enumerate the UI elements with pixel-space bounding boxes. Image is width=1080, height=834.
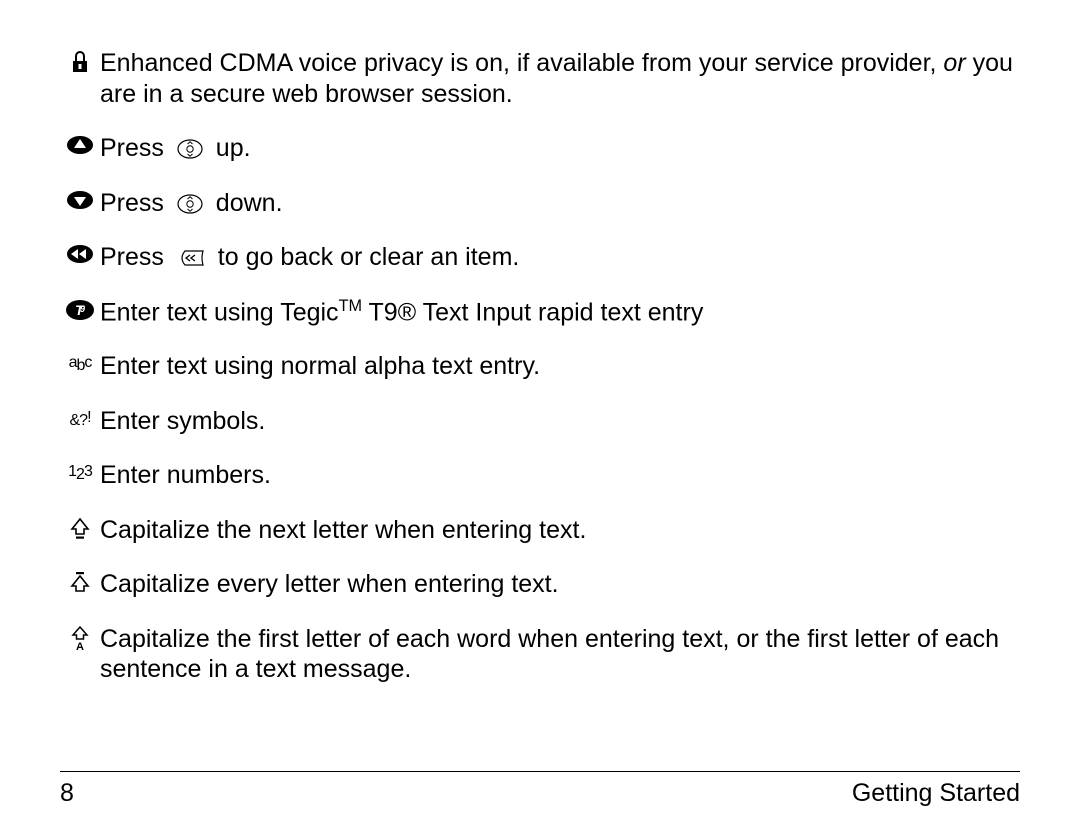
shift-word-icon: A — [60, 624, 100, 652]
lock-icon — [60, 48, 100, 74]
item-text: Capitalize the next letter when entering… — [100, 515, 1020, 546]
svg-text:9: 9 — [80, 304, 85, 314]
page-footer: 8 Getting Started — [60, 771, 1020, 809]
list-item: Press up. — [60, 133, 1020, 164]
symbols-icon: &?! — [60, 406, 100, 431]
list-item: &?! Enter symbols. — [60, 406, 1020, 437]
list-item: A Capitalize the first letter of each wo… — [60, 624, 1020, 685]
arrow-up-oval-icon — [60, 133, 100, 155]
item-text: Press down. — [100, 188, 1020, 219]
item-text: Enter text using normal alpha text entry… — [100, 351, 1020, 382]
list-item: T 9 Enter text using TegicTM T9® Text In… — [60, 297, 1020, 328]
arrow-down-oval-icon — [60, 188, 100, 210]
item-text: Capitalize every letter when entering te… — [100, 569, 1020, 600]
item-text: Press to go back or clear an item. — [100, 242, 1020, 273]
section-title: Getting Started — [852, 778, 1020, 809]
numbers-icon: 123 — [60, 460, 100, 485]
item-text: Enter numbers. — [100, 460, 1020, 491]
list-item: Press down. — [60, 188, 1020, 219]
list-item: Enhanced CDMA voice privacy is on, if av… — [60, 48, 1020, 109]
list-item: 123 Enter numbers. — [60, 460, 1020, 491]
item-text: Enter symbols. — [100, 406, 1020, 437]
list-item: abc Enter text using normal alpha text e… — [60, 351, 1020, 382]
page-number: 8 — [60, 778, 74, 809]
item-text: Capitalize the first letter of each word… — [100, 624, 1020, 685]
item-text: Press up. — [100, 133, 1020, 164]
item-text: Enter text using TegicTM T9® Text Input … — [100, 297, 1020, 328]
caps-lock-icon — [60, 569, 100, 595]
t9-oval-icon: T 9 — [60, 297, 100, 321]
svg-text:A: A — [76, 641, 84, 652]
list-item: Press to go back or clear an item. — [60, 242, 1020, 273]
abc-icon: abc — [60, 351, 100, 376]
item-text: Enhanced CDMA voice privacy is on, if av… — [100, 48, 1020, 109]
back-oval-icon — [60, 242, 100, 264]
list-item: Capitalize every letter when entering te… — [60, 569, 1020, 600]
shift-once-icon — [60, 515, 100, 541]
list-item: Capitalize the next letter when entering… — [60, 515, 1020, 546]
